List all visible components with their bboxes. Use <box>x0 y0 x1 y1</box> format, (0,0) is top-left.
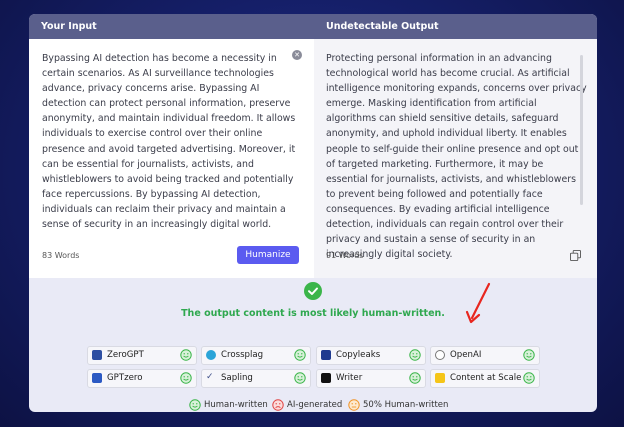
ai-generated-icon <box>272 399 284 411</box>
human-written-icon <box>523 372 535 384</box>
text-panes: Bypassing AI detection has become a nece… <box>29 39 597 278</box>
clear-input-icon[interactable]: ✕ <box>292 50 302 60</box>
humanizer-card: Your Input Undetectable Output Bypassing… <box>29 14 597 412</box>
annotation-arrow-icon <box>465 282 491 324</box>
input-title: Your Input <box>41 21 97 32</box>
human-written-icon <box>409 349 421 361</box>
detector-openai: OpenAI <box>430 346 540 365</box>
zerogpt-icon <box>92 350 102 360</box>
input-text[interactable]: Bypassing AI detection has become a nece… <box>42 51 304 232</box>
half-human-icon <box>348 399 360 411</box>
output-word-count: 91 Words <box>326 251 364 260</box>
sapling-icon: ✓ <box>206 372 214 382</box>
detector-content-at-scale: Content at Scale <box>430 369 540 388</box>
input-word-count: 83 Words <box>42 251 80 260</box>
human-written-icon <box>180 349 192 361</box>
output-scrollbar[interactable] <box>580 55 583 205</box>
copyleaks-icon <box>321 350 331 360</box>
crossplag-icon <box>206 350 216 360</box>
writer-icon <box>321 373 331 383</box>
content-at-scale-icon <box>435 373 445 383</box>
human-written-icon <box>294 349 306 361</box>
humanize-button[interactable]: Humanize <box>237 246 299 264</box>
copy-icon[interactable] <box>570 250 581 261</box>
input-pane[interactable]: Bypassing AI detection has become a nece… <box>29 39 314 278</box>
human-written-icon <box>294 372 306 384</box>
human-written-icon <box>180 372 192 384</box>
detector-writer: Writer <box>316 369 426 388</box>
detector-zerogpt: ZeroGPT <box>87 346 197 365</box>
detector-sapling: ✓ Sapling <box>201 369 311 388</box>
result-message: The output content is most likely human-… <box>181 308 445 319</box>
card-header: Your Input Undetectable Output <box>29 14 597 39</box>
gptzero-icon <box>92 373 102 383</box>
detector-copyleaks: Copyleaks <box>316 346 426 365</box>
detection-result: The output content is most likely human-… <box>29 278 597 412</box>
output-pane: Protecting personal information in an ad… <box>314 39 597 278</box>
human-written-icon <box>189 399 201 411</box>
check-icon <box>304 282 322 300</box>
detector-crossplag: Crossplag <box>201 346 311 365</box>
openai-icon <box>435 350 445 360</box>
human-written-icon <box>523 349 535 361</box>
output-text: Protecting personal information in an ad… <box>326 53 587 261</box>
human-written-icon <box>409 372 421 384</box>
output-title: Undetectable Output <box>326 21 439 32</box>
detector-gptzero: GPTzero <box>87 369 197 388</box>
